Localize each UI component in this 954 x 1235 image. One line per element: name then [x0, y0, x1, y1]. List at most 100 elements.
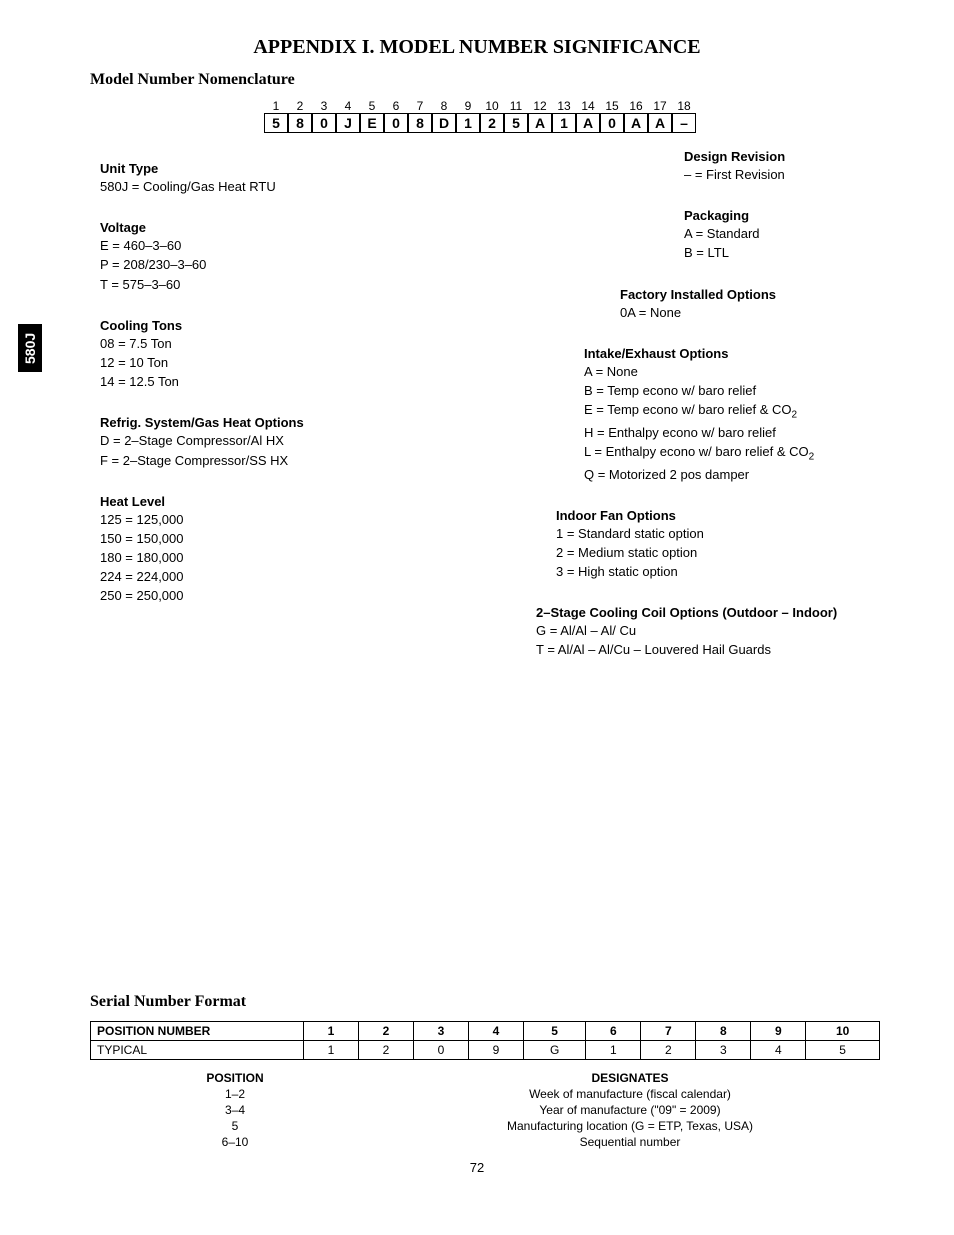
intake-item: B = Temp econo w/ baro relief [584, 382, 914, 400]
char-cell: 5 [264, 113, 288, 133]
packaging-item: B = LTL [684, 244, 914, 262]
pos-num: 7 [408, 99, 432, 113]
designates-desc: Year of manufacture ("09" = 2009) [380, 1102, 880, 1118]
cooling-tons-title: Cooling Tons [100, 318, 420, 333]
voltage-title: Voltage [100, 220, 420, 235]
table-row: POSITION NUMBER 1 2 3 4 5 6 7 8 9 10 [91, 1022, 880, 1041]
serial-cell: 3 [696, 1041, 751, 1060]
unit-type-title: Unit Type [100, 161, 420, 176]
serial-row-label: TYPICAL [91, 1041, 304, 1060]
heat-level-title: Heat Level [100, 494, 420, 509]
pos-num: 4 [336, 99, 360, 113]
heat-level-item: 125 = 125,000 [100, 511, 420, 529]
serial-cell: 5 [523, 1022, 585, 1041]
char-cell: D [432, 113, 456, 133]
char-cell: A [576, 113, 600, 133]
char-cell: A [648, 113, 672, 133]
indoor-fan-item: 3 = High static option [556, 563, 914, 581]
serial-cell: G [523, 1041, 585, 1060]
section-model-nomenclature: Model Number Nomenclature [40, 71, 914, 89]
model-char-row: 5 8 0 J E 0 8 D 1 2 5 A 1 A 0 A A – [264, 113, 914, 133]
design-rev-title: Design Revision [684, 149, 914, 164]
designates-desc: Week of manufacture (fiscal calendar) [380, 1086, 880, 1102]
char-cell: 0 [312, 113, 336, 133]
char-cell: A [624, 113, 648, 133]
serial-cell: 2 [358, 1041, 413, 1060]
packaging-title: Packaging [684, 208, 914, 223]
designates-pos: 6–10 [90, 1134, 380, 1150]
pos-num: 12 [528, 99, 552, 113]
page-number: 72 [40, 1160, 914, 1175]
pos-num: 10 [480, 99, 504, 113]
intake-item: H = Enthalpy econo w/ baro relief [584, 424, 914, 442]
pos-num: 11 [504, 99, 528, 113]
char-cell: J [336, 113, 360, 133]
coil-options-title: 2–Stage Cooling Coil Options (Outdoor – … [536, 605, 914, 620]
appendix-title: APPENDIX I. MODEL NUMBER SIGNIFICANCE [40, 36, 914, 59]
designates-pos: 1–2 [90, 1086, 380, 1102]
refrig-item: F = 2–Stage Compressor/SS HX [100, 452, 420, 470]
designates-desc: Manufacturing location (G = ETP, Texas, … [380, 1118, 880, 1134]
section-serial-format: Serial Number Format [40, 993, 914, 1011]
pos-num: 16 [624, 99, 648, 113]
char-cell: 0 [600, 113, 624, 133]
serial-cell: 8 [696, 1022, 751, 1041]
heat-level-item: 250 = 250,000 [100, 587, 420, 605]
serial-cell: 5 [806, 1041, 880, 1060]
voltage-item: E = 460–3–60 [100, 237, 420, 255]
pos-num: 18 [672, 99, 696, 113]
char-cell: 8 [288, 113, 312, 133]
serial-cell: 10 [806, 1022, 880, 1041]
pos-num: 2 [288, 99, 312, 113]
designates-pos: 5 [90, 1118, 380, 1134]
pos-num: 8 [432, 99, 456, 113]
pos-num: 13 [552, 99, 576, 113]
pos-num: 9 [456, 99, 480, 113]
serial-cell: 6 [586, 1022, 641, 1041]
design-rev-item: – = First Revision [684, 166, 914, 184]
packaging-item: A = Standard [684, 225, 914, 243]
char-cell: 1 [552, 113, 576, 133]
coil-options-item: T = Al/Al – Al/Cu – Louvered Hail Guards [536, 641, 914, 659]
designates-pos: 3–4 [90, 1102, 380, 1118]
serial-cell: 1 [586, 1041, 641, 1060]
factory-item: 0A = None [620, 304, 914, 322]
char-cell: 0 [384, 113, 408, 133]
cooling-tons-item: 12 = 10 Ton [100, 354, 420, 372]
serial-cell: 9 [751, 1022, 806, 1041]
char-cell: – [672, 113, 696, 133]
serial-cell: 4 [468, 1022, 523, 1041]
heat-level-item: 150 = 150,000 [100, 530, 420, 548]
char-cell: 2 [480, 113, 504, 133]
char-cell: 8 [408, 113, 432, 133]
intake-title: Intake/Exhaust Options [584, 346, 914, 361]
pos-num: 6 [384, 99, 408, 113]
table-row: TYPICAL 1 2 0 9 G 1 2 3 4 5 [91, 1041, 880, 1060]
unit-type-item: 580J = Cooling/Gas Heat RTU [100, 178, 420, 196]
serial-cell: 7 [641, 1022, 696, 1041]
designates-head-r: DESIGNATES [380, 1070, 880, 1086]
char-cell: 5 [504, 113, 528, 133]
intake-item: A = None [584, 363, 914, 381]
intake-item: L = Enthalpy econo w/ baro relief & CO2 [584, 443, 914, 465]
serial-table: POSITION NUMBER 1 2 3 4 5 6 7 8 9 10 TYP… [90, 1021, 880, 1060]
designates-block: POSITION DESIGNATES 1–2 Week of manufact… [90, 1070, 880, 1150]
indoor-fan-item: 2 = Medium static option [556, 544, 914, 562]
voltage-item: P = 208/230–3–60 [100, 256, 420, 274]
factory-title: Factory Installed Options [620, 287, 914, 302]
heat-level-item: 180 = 180,000 [100, 549, 420, 567]
serial-row-label: POSITION NUMBER [91, 1022, 304, 1041]
serial-cell: 0 [413, 1041, 468, 1060]
indoor-fan-title: Indoor Fan Options [556, 508, 914, 523]
right-column: Design Revision – = First Revision Packa… [584, 149, 914, 661]
serial-cell: 3 [413, 1022, 468, 1041]
char-cell: A [528, 113, 552, 133]
coil-options-item: G = Al/Al – Al/ Cu [536, 622, 914, 640]
designates-head-l: POSITION [90, 1070, 380, 1086]
side-tab: 580J [18, 324, 42, 372]
serial-cell: 1 [304, 1022, 359, 1041]
designates-desc: Sequential number [380, 1134, 880, 1150]
left-column: Unit Type 580J = Cooling/Gas Heat RTU Vo… [100, 149, 420, 607]
position-numbers-row: 1 2 3 4 5 6 7 8 9 10 11 12 13 14 15 16 1… [264, 99, 914, 113]
cooling-tons-item: 14 = 12.5 Ton [100, 373, 420, 391]
